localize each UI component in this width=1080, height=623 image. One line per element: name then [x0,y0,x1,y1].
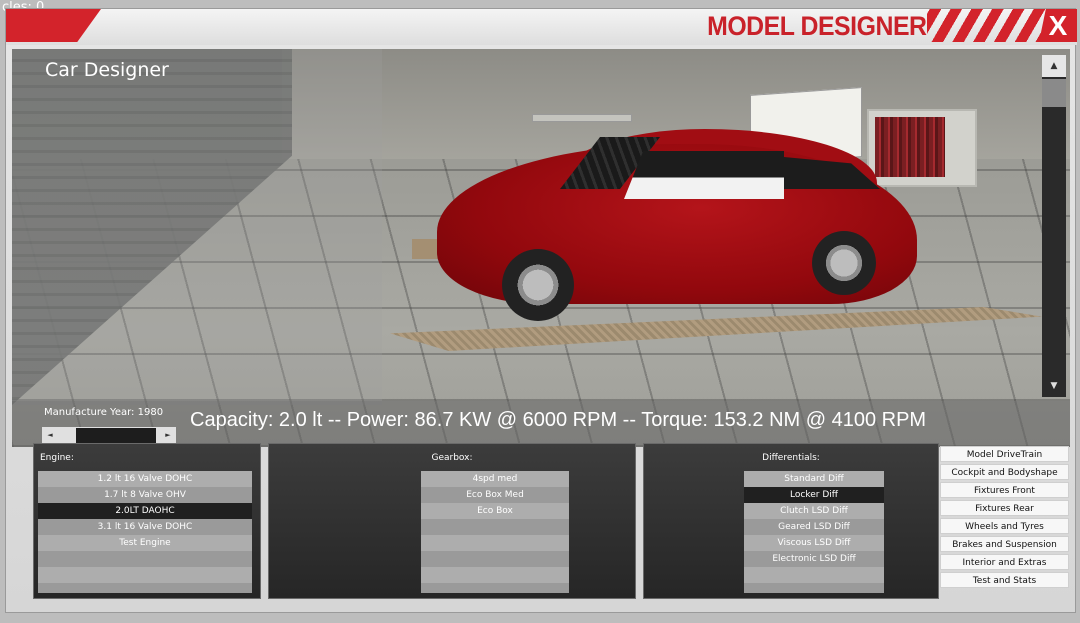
menu-interior-extras[interactable]: Interior and Extras [940,554,1069,570]
list-item[interactable]: Test Engine [38,535,252,551]
differentials-list[interactable]: Standard Diff Locker Diff Clutch LSD Dif… [744,471,884,593]
menu-cockpit-bodyshape[interactable]: Cockpit and Bodyshape [940,464,1069,480]
list-item[interactable]: Electronic LSD Diff [744,551,884,567]
viewport-title: Car Designer [45,59,169,81]
slider-left-icon[interactable]: ◄ [42,427,58,444]
list-item[interactable]: 1.2 lt 16 Valve DOHC [38,471,252,487]
car-viewport[interactable]: Car Designer ▲ ▼ Manufacture Year: 1980 … [12,49,1070,447]
list-item[interactable]: 1.7 lt 8 Valve OHV [38,487,252,503]
list-item[interactable]: 4spd med [421,471,569,487]
differentials-label: Differentials: [762,453,820,463]
designer-menu: Model DriveTrain Cockpit and Bodyshape F… [940,446,1069,590]
title-bar: MODEL DESIGNER X [6,9,1077,45]
menu-wheels-tyres[interactable]: Wheels and Tyres [940,518,1069,534]
manufacture-year-label: Manufacture Year: 1980 [44,407,164,418]
differentials-panel: Differentials: Standard Diff Locker Diff… [643,443,939,599]
title-stripe-decoration [6,9,101,42]
list-item[interactable]: Eco Box Med [421,487,569,503]
bookshelf [867,109,977,187]
engine-label: Engine: [40,453,74,463]
slider-right-icon[interactable]: ► [160,427,176,444]
gearbox-panel: Gearbox: 4spd med Eco Box Med Eco Box [268,443,636,599]
menu-fixtures-rear[interactable]: Fixtures Rear [940,500,1069,516]
engine-panel: Engine: 1.2 lt 16 Valve DOHC 1.7 lt 8 Va… [33,443,261,599]
list-item[interactable]: Eco Box [421,503,569,519]
list-item[interactable]: Standard Diff [744,471,884,487]
engine-stats: Capacity: 2.0 lt -- Power: 86.7 KW @ 600… [190,409,927,431]
info-strip: Manufacture Year: 1980 ◄ ► Capacity: 2.0… [12,401,1070,447]
engine-list[interactable]: 1.2 lt 16 Valve DOHC 1.7 lt 8 Valve OHV … [38,471,252,593]
title-stripes-decoration [927,9,1047,42]
viewport-scrollbar[interactable]: ▲ ▼ [1042,55,1066,397]
list-item[interactable]: Locker Diff [744,487,884,503]
shelf-books [875,117,945,177]
scroll-down-icon[interactable]: ▼ [1042,375,1066,397]
list-item[interactable]: 3.1 lt 16 Valve DOHC [38,519,252,535]
list-item[interactable]: Geared LSD Diff [744,519,884,535]
gearbox-label: Gearbox: [431,453,473,463]
menu-model-drivetrain[interactable]: Model DriveTrain [940,446,1069,462]
list-item[interactable]: Clutch LSD Diff [744,503,884,519]
window-title: MODEL DESIGNER [707,11,928,41]
manufacture-year-slider[interactable]: ◄ ► [42,427,176,444]
scroll-thumb[interactable] [1042,79,1066,107]
menu-fixtures-front[interactable]: Fixtures Front [940,482,1069,498]
scroll-up-icon[interactable]: ▲ [1042,55,1066,77]
list-item[interactable]: 2.0LT DAOHC [38,503,252,519]
car-side-window [624,151,784,199]
workbench [532,114,632,122]
car-rear-wheel [812,231,876,295]
list-item[interactable]: Viscous LSD Diff [744,535,884,551]
overlay-panel [12,49,382,405]
slider-track[interactable] [76,428,156,443]
gearbox-list[interactable]: 4spd med Eco Box Med Eco Box [421,471,569,593]
menu-test-stats[interactable]: Test and Stats [940,572,1069,588]
car-front-wheel [502,249,574,321]
menu-brakes-suspension[interactable]: Brakes and Suspension [940,536,1069,552]
